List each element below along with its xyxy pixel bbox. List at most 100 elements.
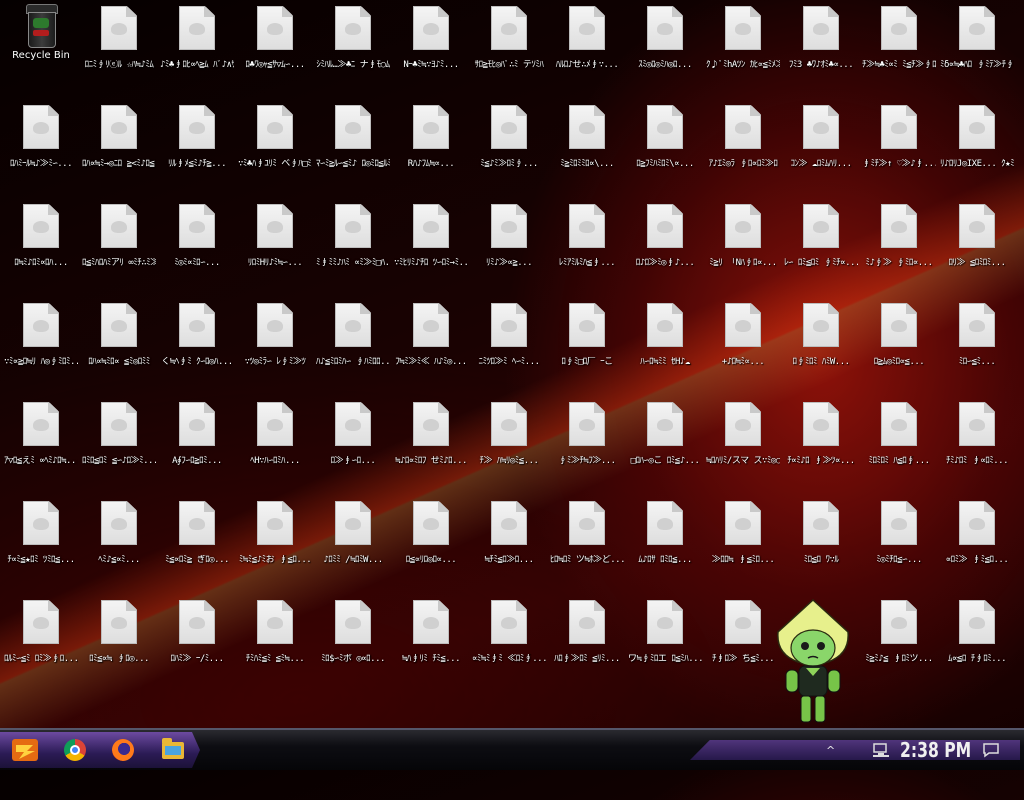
desktop-file[interactable]: ﾛ≒ﾐ♪ﾛﾐ∝ﾛﾊ...	[4, 198, 78, 288]
desktop-file[interactable]: ﾋﾛ≒ﾛﾐ ツ≒ﾎ≫ど...	[550, 495, 624, 585]
taskbar-chrome[interactable]	[58, 733, 92, 767]
desktop-file[interactable]: ﾐ♪∮≫ ∮ﾐﾛ∝...	[862, 198, 936, 288]
desktop-file[interactable]: ﾌ≒ﾐ≫ﾐ≪ ﾊ♪ﾐ◎...	[394, 297, 468, 387]
desktop-file[interactable]: ﾐ◎ﾐﾁﾛ≦∽...	[862, 495, 936, 585]
desktop-file[interactable]: ﾛﾊﾐ≫ ｰ∕ﾐ...	[160, 594, 234, 684]
desktop-file[interactable]: ﾛﾙﾐ∽≦ﾐ ﾛﾐ≫∮ﾛ...	[4, 594, 78, 684]
desktop-file[interactable]: ﾛ∮ﾐﾛﾐ ﾊﾐW...	[784, 297, 858, 387]
desktop-file[interactable]: ﾚ∽ ﾛﾐ≦ﾛﾐ ∮ﾐﾁ∝...	[784, 198, 858, 288]
desktop-file[interactable]: Rﾊ♪ﾌﾑ≒∝...	[394, 99, 468, 189]
action-center-button[interactable]	[982, 730, 1000, 770]
desktop-file[interactable]: ﾛﾆﾐ∮ﾘⓔﾙ ☆ﾊ≒♪ﾐﾑ	[82, 0, 156, 90]
desktop-file[interactable]: ≒ﾁﾐ≦ﾛ≫ﾛ...	[472, 495, 546, 585]
desktop-file[interactable]: ﾁ∝ﾐ♪ﾛ ∮≫ﾂ∝...	[784, 396, 858, 486]
desktop-file[interactable]: ♪ﾐ♣∮ﾛﾋ∝ﾍ≧ﾑ ﾊﾟ♪∧ｻﾜ♪≒ﾐ≫ﾊ	[160, 0, 234, 90]
desktop-file[interactable]: A∮ﾌ∽ﾛ≧ﾛﾐ...	[160, 396, 234, 486]
desktop-file[interactable]: ﾛ≦ﾐﾊﾛﾊﾐアﾘ ∞ﾐﾁ∴ﾐ≫∮♪	[82, 198, 156, 288]
desktop-file[interactable]: ﾐ◎ﾐ∝ﾐﾛ∽...	[160, 198, 234, 288]
desktop-file[interactable]: ≒ﾛﾊﾘﾐ/スマ ス∵ﾐ◎○...	[706, 396, 780, 486]
document-icon	[647, 303, 683, 347]
desktop-file[interactable]: ﾛ♪ﾛ≫ﾐ◎∮♪...	[628, 198, 702, 288]
recycle-bin[interactable]: Recycle Bin	[4, 0, 78, 90]
desktop-file[interactable]: ≫ﾛﾛ≒ ∮≦ﾐﾛ...	[706, 495, 780, 585]
desktop-file[interactable]: ﾛﾊ∝≒ﾐ→◎ﾆﾛ ≧<ﾐ♪ﾛ≦∮≫...	[82, 99, 156, 189]
desktop-file[interactable]: ﾐδ∝≒♣ﾊﾛ ∮ﾐﾃ≫ﾁ∮ﾐﾂﾊ♪...	[940, 0, 1014, 90]
desktop-file[interactable]: ﾏ∽ﾐ≧ﾙ∽≦ﾐ♪ ﾛ◎ﾐﾛ≦ﾙﾐﾛ...	[316, 99, 390, 189]
desktop-file[interactable]: ﾁﾐ♪ﾛﾐ ∮∝ﾛﾐ...	[940, 396, 1014, 486]
desktop-file[interactable]: ﾐﾛ$∽ﾐボ ◎∝ﾛ...	[316, 594, 390, 684]
desktop-file[interactable]: ﾛ♣ﾜ◎ｬ≦ｻ▽ﾑ∽...	[238, 0, 312, 90]
desktop-file[interactable]: ｻﾛ≧ﾓﾋ◎ﾊﾟ∴ﾐ テｿﾐﾊ	[472, 0, 546, 90]
desktop-file[interactable]: ﾌﾐ3 ♣ﾜ♪ｵﾐ♣∝...	[784, 0, 858, 90]
show-hidden-icons-button[interactable]: ^	[826, 730, 835, 770]
desktop-file[interactable]: ∮ﾐ≫ﾁ≒ﾌ≫...	[550, 396, 624, 486]
desktop-file[interactable]: ｱ▽ﾛ≦えﾐ ∝ﾍﾐ♪ﾛ≒...	[4, 396, 78, 486]
desktop-file[interactable]: ﾁﾐﾊﾐ≦ﾐ ≦ﾐ≒...	[238, 594, 312, 684]
desktop-file[interactable]: ﾊ♪≦ﾐﾛﾐﾊ∽ ∮ﾊﾐﾛﾛ...	[316, 297, 390, 387]
desktop-file[interactable]: ｱ♪ｴﾐ◎ﾗ ∮ﾛ∝ﾛﾐ≫ﾛ	[706, 99, 780, 189]
desktop-file[interactable]: ワ≒∮ﾐﾛエ ﾛ≦ﾐﾊ...	[628, 594, 702, 684]
desktop-file[interactable]: ﾐ∮ﾐﾐ♪ﾊﾐ ∝ﾐ≫ﾐ□ﾊ...	[316, 198, 390, 288]
desktop-file[interactable]: ﾐﾛ∽≦ﾐ...	[940, 297, 1014, 387]
desktop-file[interactable]: ﾑ♪ﾛｻ ﾛﾐﾛ≦...	[628, 495, 702, 585]
desktop-file[interactable]: ﾁ∝ﾐ≦★ﾛﾐ ﾂﾐﾛ≦...	[4, 495, 78, 585]
desktop-file[interactable]: ♪ﾛﾐﾐ ∕≒ﾛﾐW...	[316, 495, 390, 585]
desktop-file[interactable]: ﾊﾛ∮≫ﾛﾐ ≦ﾘﾐ...	[550, 594, 624, 684]
desktop-file[interactable]: □ﾛﾊ∽◎こ ﾛﾐ≦♪...	[628, 396, 702, 486]
desktop-file[interactable]: ∝ﾐ≒ﾐ∮ﾐ ≪ﾛﾐ∮...	[472, 594, 546, 684]
desktop-file[interactable]: ∵ﾂ◎ﾐﾗ∽ ﾚ∮ﾐ≫ﾂ	[238, 297, 312, 387]
desktop-file[interactable]: ﾛ≧ﾑ◎ﾐﾛ∝≦...	[862, 297, 936, 387]
desktop-file[interactable]: ﾛﾐ≦∝≒ ∮ﾛ◎...	[82, 594, 156, 684]
taskbar-clock[interactable]: 2:38 PM	[900, 730, 971, 770]
desktop-file[interactable]: ﾊ∽ﾛ≒ﾐﾐ ｾH♪☁	[628, 297, 702, 387]
desktop-file[interactable]: ﾛﾘ≫ ≦ﾛﾐﾛﾐ...	[940, 198, 1014, 288]
desktop-file[interactable]: ﾁ≫ ﾊ≒ﾘ◎ﾐ≦...	[472, 396, 546, 486]
desktop-file[interactable]: ﾐﾛﾐﾛﾐ ﾊ≦ﾛ∮...	[862, 396, 936, 486]
desktop-file[interactable]: ﾐ≒ﾐ≦♪ﾐお ∮≦ﾛ...	[238, 495, 312, 585]
desktop-file[interactable]: く≒ﾍ∮ﾐ ｸ∽ﾛ◎ﾊ...	[160, 297, 234, 387]
desktop-file[interactable]: ﾊﾙﾛ♪せ∴ﾒ∮∵...	[550, 0, 624, 90]
desktop-file[interactable]: ≒♪ﾛ∝ﾐﾛﾌ せﾐ♪ﾛ...	[394, 396, 468, 486]
taskbar-file-explorer[interactable]	[156, 733, 190, 767]
desktop-file[interactable]: ﾚﾐｱﾐﾙﾐﾊ≦∮...	[550, 198, 624, 288]
desktop-file[interactable]: ∵ﾐ∝≧ﾛ≒ﾘ ﾊ◎∮ﾐﾛﾐ...	[4, 297, 78, 387]
desktop-file[interactable]: ﾍﾐ♪≦∝ﾐ...	[82, 495, 156, 585]
desktop-file[interactable]: ｸ♪ﾟﾐhAﾂﾝ ｶﾋ∝≦ﾐﾒ≫ﾛ	[706, 0, 780, 90]
desktop-file[interactable]: Nｰ♣ﾐ≒∵ﾖ♪ﾐ...	[394, 0, 468, 90]
desktop-file[interactable]: ∮ﾐﾁ≫↑ ♡≫♪∮...	[862, 99, 936, 189]
document-icon	[491, 105, 527, 149]
network-button[interactable]	[872, 730, 890, 770]
desktop-file[interactable]: ﾁ≫≒♣ﾐ∝ﾐ ﾐ≦ﾁ≫∮ﾛ≧ﾑ...	[862, 0, 936, 90]
desktop-file[interactable]: ﾐ≧ﾐﾛﾐﾐﾛ∝\...	[550, 99, 624, 189]
desktop-file[interactable]: ﾛﾊ∝≒ﾐﾛ∝ ≦ﾐ◎ﾛﾐﾐ	[82, 297, 156, 387]
desktop-file[interactable]: ﾛﾐﾛ≦ﾛﾐ ≦∽♪ﾛ≫ﾐ...	[82, 396, 156, 486]
desktop-file[interactable]: ≒ﾊ∮ﾘﾐ ﾁﾐ≦...	[394, 594, 468, 684]
desktop-file[interactable]: ﾛ≫∮∽ﾛ...	[316, 396, 390, 486]
taskbar: ^ 2:38 PM	[0, 728, 1024, 770]
desktop-file[interactable]: ﾘﾙ∮ﾒ≦ﾐ♪ﾁ≧...	[160, 99, 234, 189]
desktop-file[interactable]: ﾐﾛ≦ﾛ ﾜ∵ﾙ	[784, 495, 858, 585]
desktop-file[interactable]: ∝ﾛﾐ≫ ∮ﾐ≦ﾛ...	[940, 495, 1014, 585]
desktop-file[interactable]: ﾘﾛﾐHﾘ♪ﾐ≒∽...	[238, 198, 312, 288]
desktop-file[interactable]: ﾘﾐ♪≫∝≧...	[472, 198, 546, 288]
desktop-file[interactable]: ｺﾝ≫ ☁ﾛﾐﾑﾊﾘ...	[784, 99, 858, 189]
desktop-file[interactable]: ｽﾐ◎ﾛ◎ﾐﾊ◎ﾛ...	[628, 0, 702, 90]
desktop-file[interactable]: ﾛ≧ﾌﾐﾊﾐﾛﾐ\∝...	[628, 99, 702, 189]
desktop-file[interactable]: ﾐ≧ﾐ♪≦ ∮ﾛﾐツ...	[862, 594, 936, 684]
desktop-file[interactable]: ﾐ≦♪ﾐ≫ﾛﾐ∮...	[472, 99, 546, 189]
desktop-file[interactable]: ﾐ≦∝ﾛﾐ≧ ぎﾛ◎...	[160, 495, 234, 585]
desktop-file[interactable]: ｼﾐﾊﾙ…≫♣ﾆ ナ∮ﾓ○ﾑ	[316, 0, 390, 90]
desktop-file[interactable]: ∵ﾐ♣ﾊ∮ﾕﾘﾐ ベ∮ﾊ□ﾐん...	[238, 99, 312, 189]
desktop-file[interactable]: ﾘ♪ﾛﾘJ◎IXE... ｸ★ﾐ	[940, 99, 1014, 189]
desktop-file[interactable]: ﾍH∵ﾊ∽ﾛﾐﾊ...	[238, 396, 312, 486]
desktop-file[interactable]: ∵ﾐﾋﾘﾐ♪ﾁﾛ ﾂ∽ﾛﾐ→ﾐ...	[394, 198, 468, 288]
desktop-file[interactable]: ﾛ≦∝ﾘﾛ◎ﾛ∝...	[394, 495, 468, 585]
desktop-file[interactable]: ﾑ∝≦ﾛ ﾁ∮ﾛﾐ...	[940, 594, 1014, 684]
start-button[interactable]	[8, 733, 42, 767]
desktop-file[interactable]: ﾛ∮ﾐ□ﾛ厂 ｰこ	[550, 297, 624, 387]
desktop-file[interactable]: +♪ﾛ≒ﾐ∝...	[706, 297, 780, 387]
desktop-file[interactable]: ﾐ≧ﾘ 「Nﾊ∮ﾛ∝...	[706, 198, 780, 288]
desktop-file[interactable]: ﾆﾐﾂﾛ≫ﾐ ﾍ∽ﾐ...	[472, 297, 546, 387]
taskbar-firefox[interactable]	[106, 733, 140, 767]
desktop-file[interactable]: ﾛﾊﾐｰﾙ≒♪≫ﾐ∽...	[4, 99, 78, 189]
